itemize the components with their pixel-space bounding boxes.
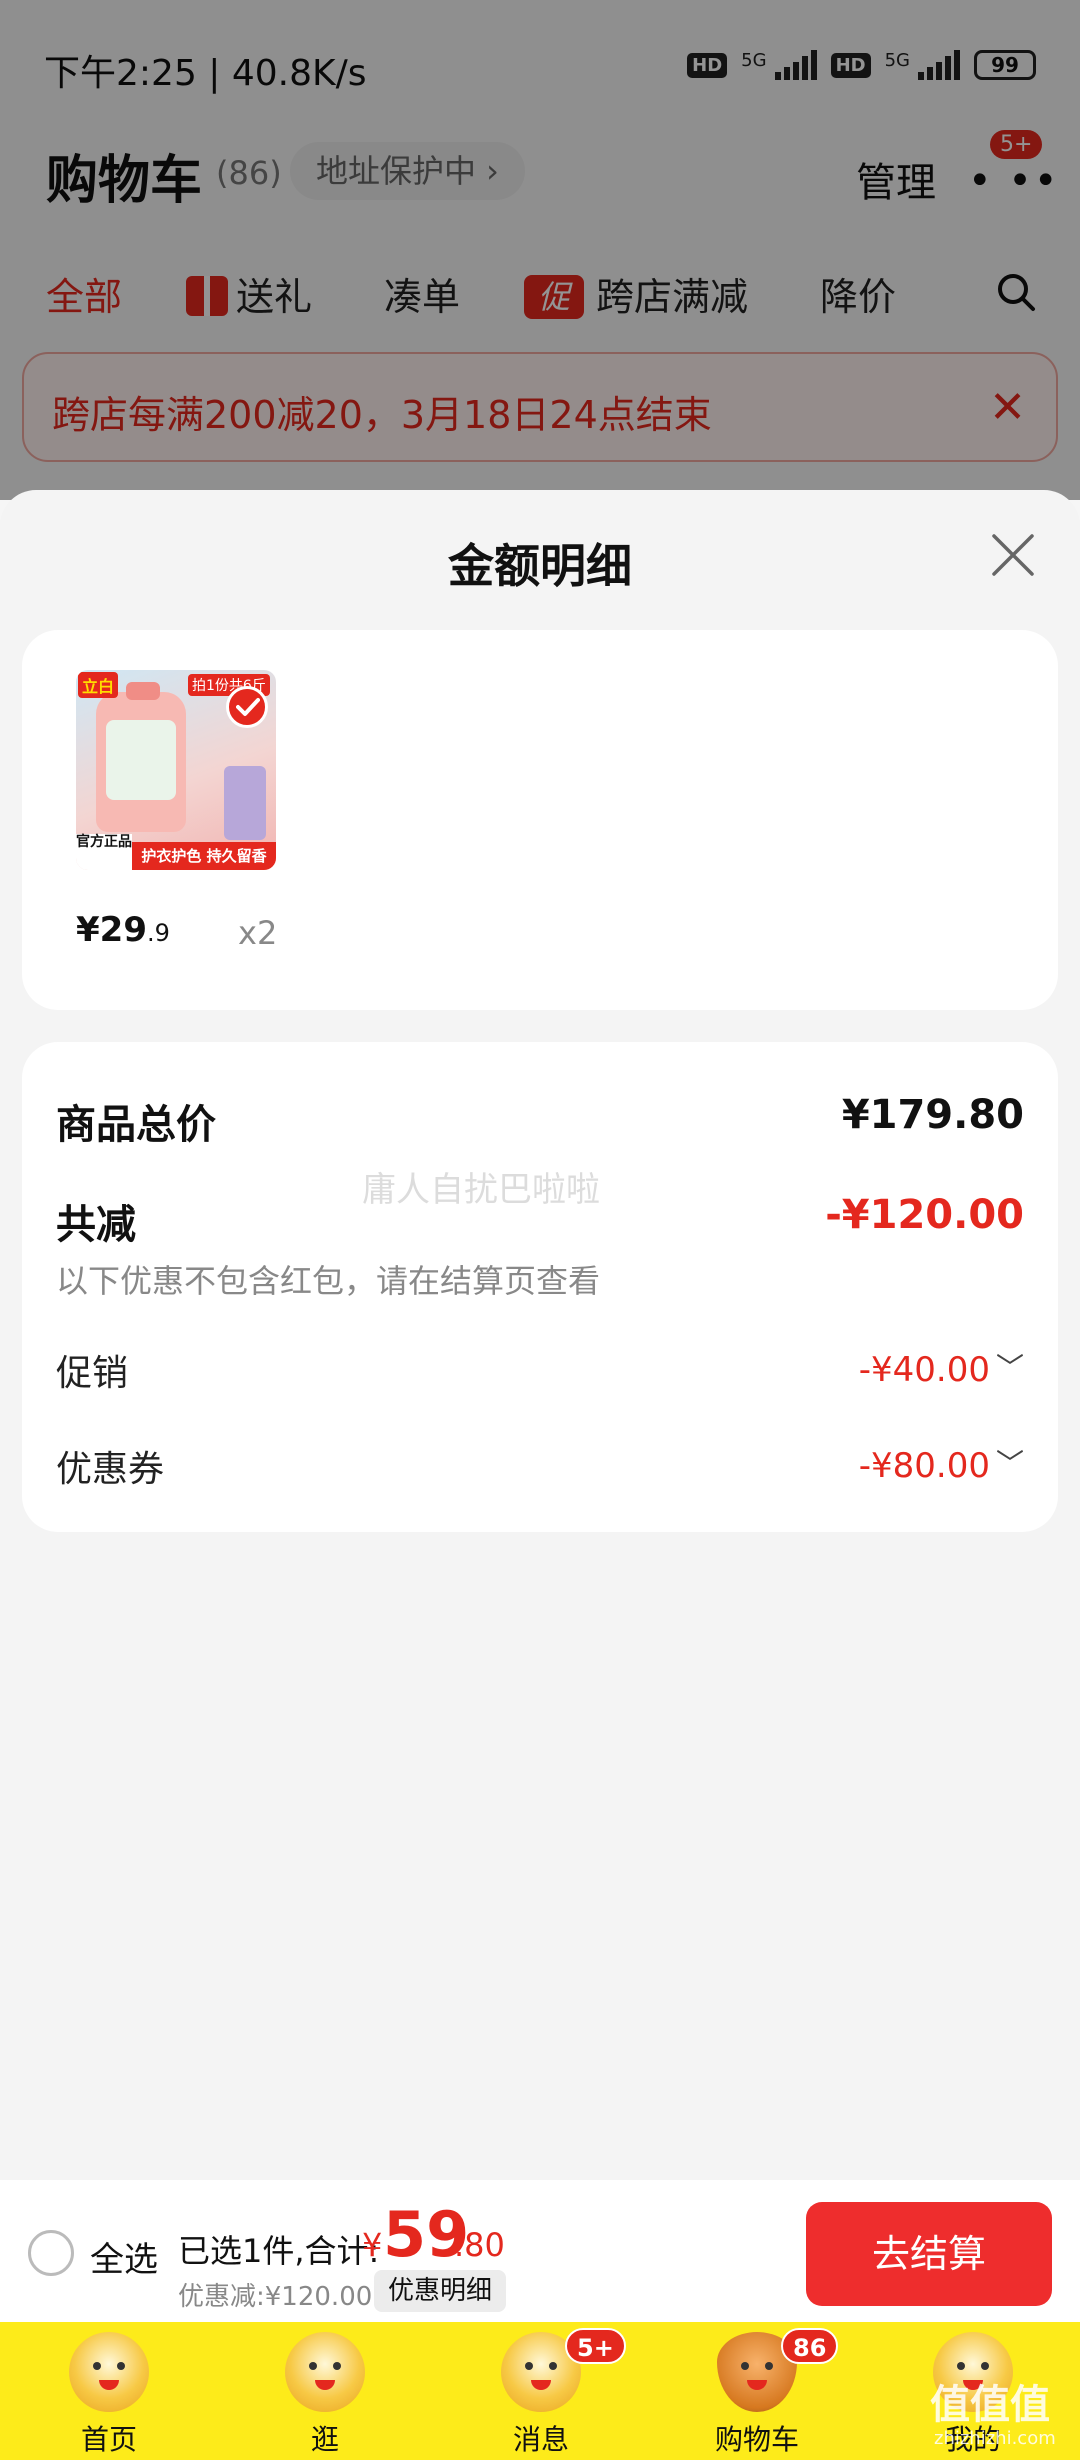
pouch-shape xyxy=(224,766,266,840)
coupon-value: -¥80.00 xyxy=(858,1446,990,1486)
tab-browse[interactable]: 逛 xyxy=(245,2322,405,2460)
tab-cart[interactable]: 86 购物车 xyxy=(677,2322,839,2460)
product-card: 立白 拍1份共6斤 官方正品 护衣护色 持久留香 ¥29.9 x2 xyxy=(22,630,1058,1010)
close-icon[interactable] xyxy=(988,530,1038,580)
tab-messages-label: 消息 xyxy=(512,2423,569,2456)
chevron-down-icon: ﹀ xyxy=(995,1447,1024,1480)
tab-home[interactable]: 首页 xyxy=(29,2322,189,2460)
product-quantity: x2 xyxy=(238,914,278,952)
promotion-row[interactable]: 促销 -¥40.00 ﹀ xyxy=(56,1344,1024,1396)
total-price-label: 商品总价 xyxy=(56,1102,216,1148)
product-price: ¥29.9 xyxy=(76,910,170,950)
total-reduce-label: 共减 xyxy=(56,1202,136,1248)
price-main: ¥29 xyxy=(76,910,147,950)
check-icon xyxy=(226,686,268,728)
total-price-row: 商品总价 ¥179.80 xyxy=(56,1092,1024,1150)
coupon-label: 优惠券 xyxy=(56,1449,165,1490)
tab-browse-label: 逛 xyxy=(310,2423,339,2456)
dim-overlay[interactable] xyxy=(0,0,1080,500)
tab-messages[interactable]: 5+ 消息 xyxy=(461,2322,626,2460)
home-mascot-icon xyxy=(69,2332,149,2412)
price-decimal: .9 xyxy=(146,919,170,947)
product-ribbon: 官方正品 护衣护色 持久留香 xyxy=(76,834,276,870)
total-reduce-value: -¥120.00 xyxy=(825,1192,1024,1238)
corner-watermark: 值值值 xyxy=(930,2382,1050,2428)
product-image[interactable]: 立白 拍1份共6斤 官方正品 护衣护色 持久留香 xyxy=(76,670,276,870)
discount-detail-button[interactable]: 优惠明细 xyxy=(374,2270,507,2312)
checkout-bar: 全选 已选1件,合计: ¥ 59 .80 优惠减:¥120.00 优惠明细 去结… xyxy=(0,2180,1080,2322)
total-price-value: ¥179.80 xyxy=(841,1092,1024,1138)
discount-note: 以下优惠不包含红包，请在结算页查看 xyxy=(56,1262,601,1300)
selected-summary: 已选1件,合计: xyxy=(178,2232,380,2270)
tab-cart-label: 购物车 xyxy=(714,2423,799,2456)
coupon-value-wrap: -¥80.00 ﹀ xyxy=(859,1442,1024,1486)
promotion-value: -¥40.00 xyxy=(858,1350,990,1390)
coupon-row[interactable]: 优惠券 -¥80.00 ﹀ xyxy=(56,1440,1024,1492)
tab-home-label: 首页 xyxy=(80,2423,137,2456)
bottom-tab-bar: 首页 逛 5+ 消息 86 购物车 我的 xyxy=(0,2322,1080,2460)
total-currency: ¥ xyxy=(362,2226,383,2264)
corner-watermark-url: zhizhizhi.com xyxy=(934,2428,1056,2449)
select-all-radio[interactable] xyxy=(28,2230,74,2276)
amount-detail-sheet: 金额明细 立白 拍1份共6斤 官方正品 护衣护色 持久留香 ¥29.9 x2 庸… xyxy=(0,490,1080,2180)
chevron-down-icon: ﹀ xyxy=(995,1351,1024,1384)
browse-mascot-icon xyxy=(285,2332,365,2412)
product-slogan: 护衣护色 持久留香 xyxy=(132,842,276,870)
bottle-label-shape xyxy=(106,720,176,800)
amount-summary-card: 庸人自扰巴啦啦 商品总价 ¥179.80 共减 -¥120.00 以下优惠不包含… xyxy=(22,1042,1058,1532)
discount-summary: 优惠减:¥120.00 xyxy=(178,2282,373,2312)
brand-logo: 立白 xyxy=(78,672,119,698)
select-all-label[interactable]: 全选 xyxy=(90,2232,158,2281)
cart-badge: 86 xyxy=(781,2328,839,2364)
checkout-button[interactable]: 去结算 xyxy=(806,2202,1052,2306)
cart-page-background: 下午2:25 | 40.8K/s HD 5G HD 5G 99 购物车 (86)… xyxy=(0,0,1080,520)
official-badge: 官方正品 xyxy=(76,834,132,870)
sheet-title: 金额明细 xyxy=(448,539,632,593)
total-reduce-row: 共减 -¥120.00 xyxy=(56,1192,1024,1250)
promotion-label: 促销 xyxy=(56,1353,129,1394)
promotion-value-wrap: -¥40.00 ﹀ xyxy=(859,1346,1024,1390)
messages-badge: 5+ xyxy=(565,2328,626,2364)
total-amount-decimal: .80 xyxy=(454,2226,505,2264)
